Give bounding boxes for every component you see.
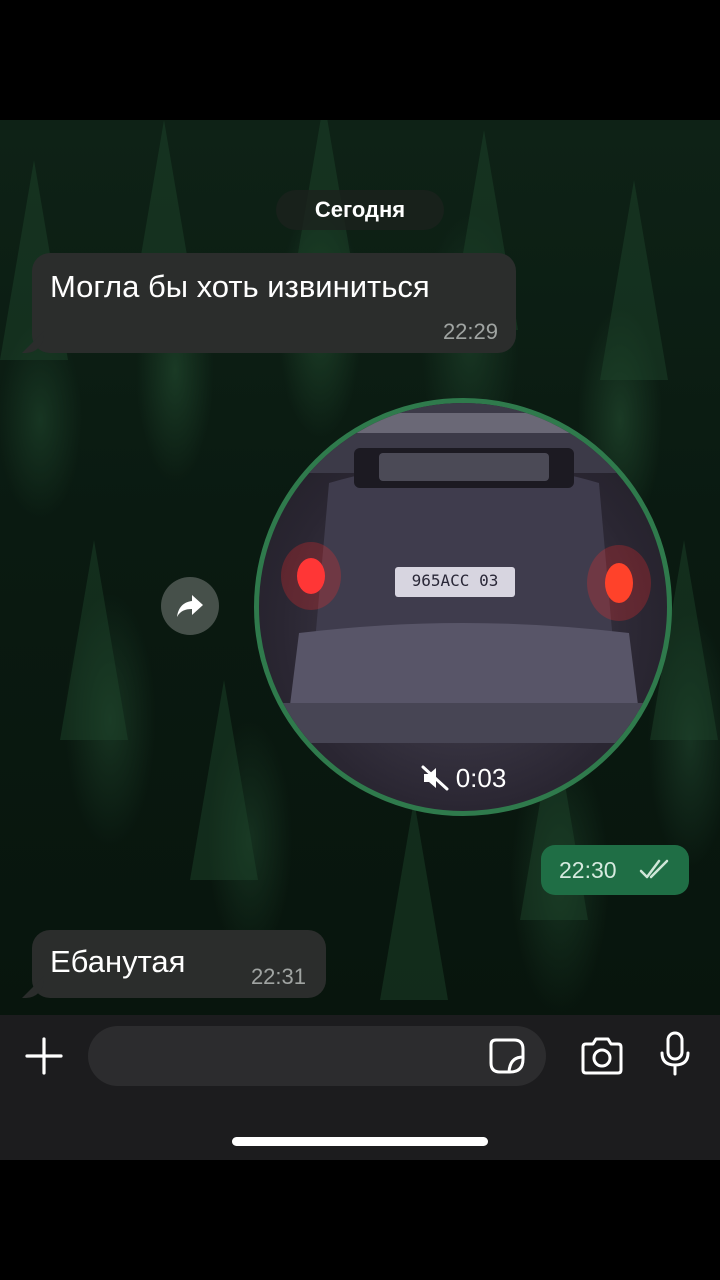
video-note[interactable]: 965АСС 03 0:03 <box>254 398 672 816</box>
forward-button[interactable] <box>161 577 219 635</box>
video-frame <box>259 403 667 743</box>
speaker-muted-icon <box>421 765 449 791</box>
incoming-message[interactable]: Ебанутая 22:31 <box>22 930 326 998</box>
message-time: 22:29 <box>442 319 498 344</box>
microphone-icon[interactable] <box>658 1031 692 1077</box>
wallpaper-tree <box>380 800 448 1000</box>
video-duration-row: 0:03 <box>259 763 667 794</box>
double-check-icon <box>639 859 669 879</box>
sticker-icon[interactable] <box>488 1037 526 1075</box>
camera-icon[interactable] <box>579 1037 625 1075</box>
message-input[interactable] <box>88 1026 546 1086</box>
outgoing-message-meta[interactable]: 22:30 <box>541 845 689 895</box>
wallpaper-tree <box>600 180 668 380</box>
message-time: 22:31 <box>250 964 306 989</box>
wallpaper-tree <box>60 540 128 740</box>
home-indicator[interactable] <box>232 1137 488 1146</box>
message-text: Ебанутая <box>50 944 186 979</box>
plus-icon[interactable] <box>24 1036 64 1076</box>
video-duration: 0:03 <box>455 763 507 793</box>
message-text: Могла бы хоть извиниться <box>50 269 430 304</box>
incoming-message[interactable]: Могла бы хоть извиниться 22:29 <box>22 253 516 353</box>
wallpaper-tree <box>190 680 258 880</box>
license-plate-text: 965АСС 03 <box>411 571 499 590</box>
message-time: 22:30 <box>559 857 617 883</box>
date-separator: Сегодня <box>276 190 444 230</box>
forward-icon <box>177 595 203 617</box>
